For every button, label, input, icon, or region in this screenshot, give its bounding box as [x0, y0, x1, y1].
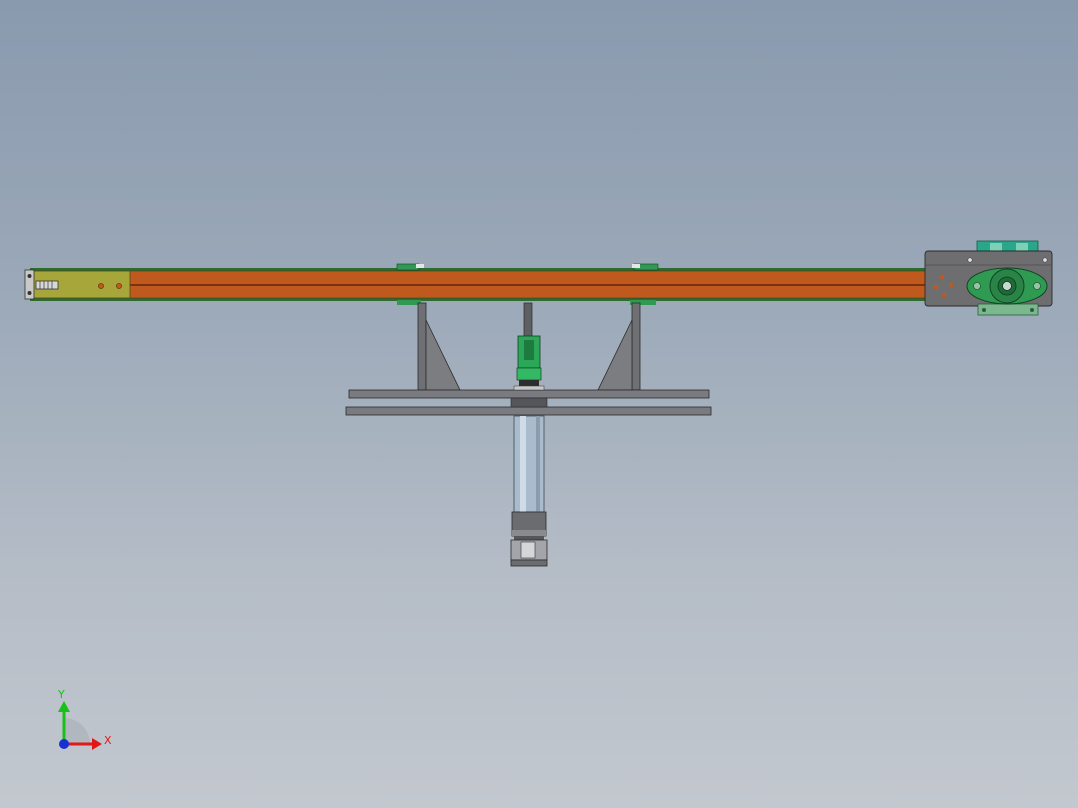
z-axis-marker — [59, 739, 69, 749]
right-post — [631, 302, 641, 391]
lower-base-plate — [345, 406, 712, 416]
drive-shaft — [1002, 281, 1012, 291]
belt-upper — [30, 271, 928, 284]
belt-center-line — [30, 284, 928, 286]
tension-screw — [35, 280, 59, 290]
y-axis-label: Y — [57, 688, 65, 701]
upper-base-plate — [348, 389, 710, 399]
piston-rod — [523, 302, 533, 337]
bearing-base — [977, 303, 1039, 316]
belt-frame-bottom — [30, 298, 928, 301]
triad-arc — [64, 718, 90, 744]
belt-lower — [30, 286, 928, 298]
cad-viewport[interactable]: Y X — [0, 0, 1078, 808]
x-axis-label: X — [104, 734, 112, 747]
tail-hole-1 — [98, 283, 104, 289]
belt-frame-top — [30, 268, 928, 271]
conveyor-assembly-model[interactable]: Y X — [0, 0, 1078, 808]
conveyor-beam[interactable] — [30, 268, 928, 301]
drive-unit[interactable] — [924, 240, 1053, 316]
tail-hole-2 — [116, 283, 122, 289]
right-gusset — [597, 319, 633, 391]
coordinate-triad[interactable]: Y X — [57, 688, 112, 750]
left-post — [417, 302, 427, 391]
y-axis-arrow — [58, 701, 70, 712]
left-gusset — [425, 319, 461, 391]
motor-body — [976, 240, 1039, 253]
x-axis-arrow — [92, 738, 102, 750]
pneumatic-cylinder[interactable] — [510, 302, 548, 567]
tail-tensioner[interactable] — [24, 269, 131, 300]
